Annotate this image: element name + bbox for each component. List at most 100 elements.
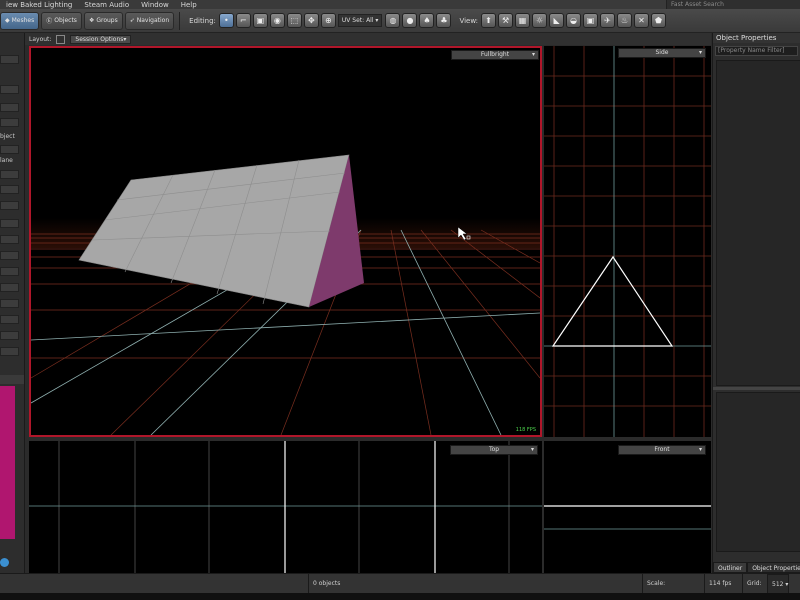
menu-item-window[interactable]: Window <box>135 1 175 9</box>
left-field[interactable] <box>0 55 19 64</box>
tool-pivot-icon[interactable]: ⊕ <box>320 13 336 28</box>
side-grid-red <box>544 46 711 437</box>
top-mode-label: Top <box>488 446 500 453</box>
view-box-icon[interactable]: ▣ <box>583 13 599 28</box>
front-mode-dropdown[interactable]: Front ▾ <box>618 445 706 455</box>
uvset-select[interactable]: UV Set: All ▾ <box>337 14 383 27</box>
view-fire-icon[interactable]: ♨ <box>617 13 633 28</box>
left-field[interactable] <box>0 267 19 276</box>
fps-status: 114 fps <box>704 574 731 594</box>
side-mode-label: Side <box>655 49 669 56</box>
view-run-icon[interactable]: ✈ <box>600 13 616 28</box>
left-label-plane: lane <box>0 157 13 164</box>
viewport-mode-dropdown[interactable]: Fullbright ▾ <box>451 50 539 60</box>
left-field[interactable] <box>0 331 19 340</box>
viewport-mode-label: Fullbright <box>480 51 510 58</box>
mushroom-icon[interactable]: ♠ <box>419 13 435 28</box>
asset-search-input[interactable]: Fast Asset Search <box>666 0 800 9</box>
panel-tabs: Outliner Object Properties <box>713 562 800 573</box>
toolbar: ◆ Meshes Ⓔ Objects ❖ Groups ➶ Navigation… <box>0 9 800 33</box>
left-field[interactable] <box>0 299 19 308</box>
left-field[interactable] <box>0 235 19 244</box>
layout-label: Layout: <box>29 35 52 43</box>
left-field[interactable] <box>0 145 19 154</box>
left-field[interactable] <box>0 283 19 292</box>
chevron-down-icon: ▾ <box>531 51 535 58</box>
tool-transform-icon[interactable]: ✥ <box>303 13 319 28</box>
status-bar: 0 objects Scale: 114 fps Grid: 512 ▾ <box>0 573 800 594</box>
left-field[interactable] <box>0 315 19 324</box>
front-scene <box>544 505 711 530</box>
grid-size-value: 512 <box>772 581 784 588</box>
navigation-mode-button[interactable]: ➶ Navigation <box>124 11 175 30</box>
view-light-icon[interactable]: ☼ <box>532 13 548 28</box>
select-object-icon[interactable]: ◉ <box>269 13 285 28</box>
uvset-label: UV Set: All <box>341 17 374 24</box>
view-env-icon[interactable]: ◒ <box>566 13 582 28</box>
view-spot-icon[interactable]: ◣ <box>549 13 565 28</box>
session-options-button[interactable]: Session Options▾ <box>70 34 132 44</box>
color-swatch[interactable] <box>0 386 15 539</box>
left-field[interactable] <box>0 170 19 179</box>
left-field[interactable] <box>0 118 19 127</box>
menu-item-baked-lighting[interactable]: iew Baked Lighting <box>0 1 78 9</box>
left-field[interactable] <box>0 219 19 228</box>
mesh-icon: ◆ <box>5 17 10 24</box>
perspective-viewport[interactable]: Fullbright ▾ 118 FPS <box>29 46 542 437</box>
panel-icon[interactable] <box>0 558 9 567</box>
properties-detail <box>716 392 800 552</box>
top-mode-dropdown[interactable]: Top ▾ <box>450 445 538 455</box>
left-label-object: bject <box>0 133 15 140</box>
objects-label: Objects <box>54 17 77 24</box>
left-field[interactable] <box>0 85 19 94</box>
panel-title-bar <box>0 375 24 384</box>
chevron-down-icon: ▾ <box>698 49 702 56</box>
view-x-icon[interactable]: ✕ <box>634 13 650 28</box>
taskbar <box>0 593 800 600</box>
prism-side-outline <box>551 255 674 347</box>
material-icon[interactable]: ◍ <box>385 13 401 28</box>
tab-outliner[interactable]: Outliner <box>713 562 748 573</box>
groups-mode-button[interactable]: ❖ Groups <box>83 11 123 30</box>
top-grid <box>58 441 510 573</box>
scale-label: Scale: <box>642 574 665 594</box>
gamepad-icon[interactable]: ♣ <box>436 13 452 28</box>
menu-item-steam-audio[interactable]: Steam Audio <box>78 1 135 9</box>
left-panel: bject lane <box>0 33 25 573</box>
tab-object-properties[interactable]: Object Properties <box>747 562 800 573</box>
ball-icon[interactable]: ● <box>402 13 418 28</box>
top-scene <box>29 441 542 573</box>
panel-splitter[interactable] <box>713 387 800 390</box>
grid-size-select[interactable]: 512 ▾ <box>767 574 790 594</box>
toolbar-separator <box>179 11 181 30</box>
select-vertex-icon[interactable]: • <box>218 13 234 28</box>
side-scene <box>544 46 711 437</box>
side-viewport[interactable]: Side ▾ <box>544 46 711 437</box>
select-edge-icon[interactable]: ⌐ <box>235 13 251 28</box>
session-options-label: Session Options <box>75 35 124 43</box>
panel-title: Object Properties <box>713 33 800 43</box>
objects-mode-button[interactable]: Ⓔ Objects <box>41 11 82 30</box>
meshes-mode-button[interactable]: ◆ Meshes <box>0 11 40 30</box>
view-tool-icon[interactable]: ⚒ <box>498 13 514 28</box>
view-texture-icon[interactable]: ▦ <box>515 13 531 28</box>
left-field[interactable] <box>0 103 19 112</box>
side-grid-cyan <box>544 46 711 437</box>
select-all-icon[interactable]: ⬚ <box>286 13 302 28</box>
left-field[interactable] <box>0 251 19 260</box>
property-filter-input[interactable]: [Property Name Filter] <box>715 46 798 56</box>
left-field[interactable] <box>0 201 19 210</box>
top-viewport[interactable]: Top ▾ <box>29 441 542 573</box>
select-face-icon[interactable]: ▣ <box>252 13 268 28</box>
left-field[interactable] <box>0 347 19 356</box>
meshes-label: Meshes <box>11 17 35 24</box>
view-shield-icon[interactable]: ⬟ <box>651 13 667 28</box>
view-upward-icon[interactable]: ⬆ <box>481 13 497 28</box>
layout-bar: Layout: Session Options▾ <box>25 33 711 45</box>
menu-item-help[interactable]: Help <box>175 1 203 9</box>
layout-grid-icon[interactable] <box>56 34 66 44</box>
left-field[interactable] <box>0 185 19 194</box>
groups-label: Groups <box>96 17 118 24</box>
side-mode-dropdown[interactable]: Side ▾ <box>618 48 706 58</box>
front-viewport[interactable]: Front ▾ <box>544 441 711 573</box>
